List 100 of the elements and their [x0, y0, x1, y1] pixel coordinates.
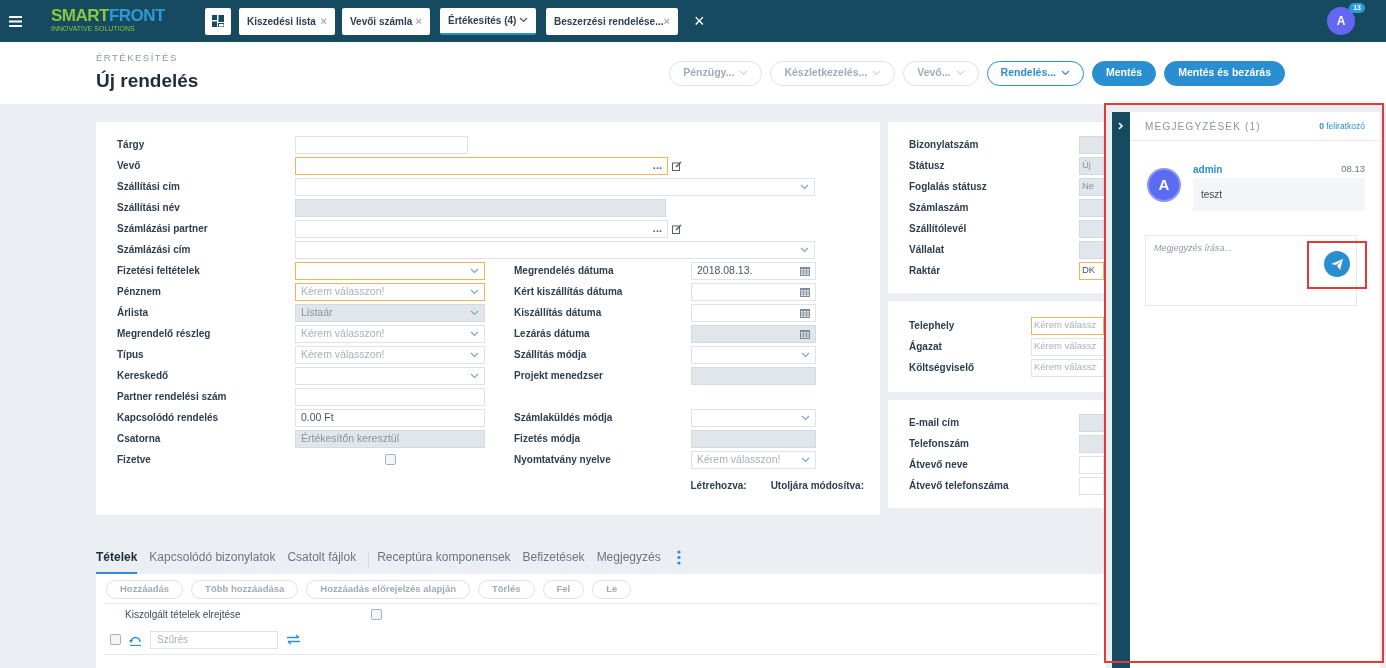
select-all-checkbox[interactable] [110, 634, 121, 645]
chevron-down-icon [470, 351, 479, 358]
more-icon[interactable] [676, 550, 681, 565]
select-field[interactable]: Kérem válasszon! [295, 282, 485, 301]
field-label: Szállítás módja [514, 348, 588, 362]
field-label: Telephely [909, 319, 956, 333]
lookup-dots[interactable]: ... [652, 160, 662, 171]
lookup-dots[interactable]: ... [652, 223, 662, 234]
toolbar-button[interactable]: Mentés [1092, 60, 1157, 86]
menu-icon[interactable] [9, 15, 22, 27]
field-label: Árlista [117, 305, 150, 320]
dashboard-button[interactable] [205, 7, 231, 35]
input-field[interactable]: Kérem válassz [1031, 358, 1104, 377]
user-avatar[interactable]: A [1327, 7, 1355, 35]
send-button[interactable] [1324, 251, 1350, 277]
edit-icon[interactable] [672, 223, 682, 234]
field-label: Csatorna [117, 432, 162, 446]
select-field[interactable]: Kérem válasszon! [295, 345, 485, 364]
field-label: Raktár [909, 264, 942, 278]
checkbox-label: Kiszolgált tételek elrejtése [125, 608, 242, 622]
toolbar-button[interactable]: Rendelés... [986, 60, 1084, 86]
field-label: Költségviselő [909, 361, 976, 375]
date-field[interactable]: 2018.08.13. [691, 261, 816, 280]
field-label: Kapcsolódó rendelés [117, 411, 220, 425]
section-tab[interactable]: Receptúra komponensek [377, 548, 511, 574]
field-label: Típus [117, 348, 145, 362]
comment-author[interactable]: admin [1193, 162, 1223, 177]
comment-time: 08.13 [1341, 162, 1365, 176]
calendar-icon [800, 328, 810, 339]
date-field[interactable] [691, 303, 816, 322]
field-label: Átvevő telefonszáma [909, 478, 1010, 493]
input-field[interactable]: Kérem válassz [1031, 337, 1104, 356]
field-label: Vállalat [909, 243, 946, 257]
input-field[interactable]: Kérem válassz [1031, 316, 1104, 335]
field-label: Partner rendelési szám [117, 390, 228, 404]
select-field[interactable] [295, 261, 485, 280]
checkbox[interactable] [371, 609, 382, 620]
field-label: Számlázási partner [117, 222, 209, 236]
subscriber-link[interactable]: 0 feliratkozó [1319, 119, 1365, 133]
input-field[interactable] [295, 387, 485, 406]
chevron-down-icon [519, 17, 528, 23]
comment-input[interactable]: Megjegyzés írása... [1145, 235, 1357, 306]
select-field[interactable] [295, 177, 815, 196]
input-field[interactable] [295, 135, 468, 154]
filter-field[interactable]: Szűrés [150, 630, 278, 649]
document-tab[interactable]: Kiszedési lista × [239, 7, 335, 35]
swap-icon[interactable] [286, 634, 301, 645]
select-field[interactable] [691, 345, 816, 364]
field-label: Számlaszám [909, 201, 970, 215]
section-tab[interactable]: Kapcsolódó bizonylatok [149, 548, 276, 574]
field-label: Átvevő neve [909, 457, 969, 472]
section-tab[interactable]: Befizetések [522, 548, 585, 574]
document-tab[interactable]: Beszerzési rendelése...× [546, 7, 678, 35]
document-tab[interactable]: Értékesítés (4) [440, 7, 536, 35]
input-field[interactable]: DK [1079, 261, 1104, 280]
dashboard-icon [212, 15, 224, 27]
field-label: Vevő [117, 159, 142, 173]
date-field[interactable] [691, 282, 816, 301]
send-icon [1331, 258, 1343, 270]
input-field[interactable] [1079, 476, 1104, 495]
checkbox[interactable] [384, 454, 396, 465]
select-field[interactable]: Kérem válasszon! [691, 450, 816, 469]
toolbar-button[interactable]: Mentés és bezárás [1164, 60, 1285, 86]
chevron-down-icon [800, 246, 809, 253]
edit-icon[interactable] [672, 160, 682, 171]
select-field[interactable] [295, 240, 815, 259]
input-field[interactable] [1079, 455, 1104, 474]
chevron-down-icon [872, 70, 882, 76]
chevron-down-icon [470, 267, 479, 274]
page-title: Új rendelés [96, 68, 199, 93]
input-field[interactable]: 0.00 Ft [295, 408, 485, 427]
select-field[interactable] [691, 408, 816, 427]
field-label: Kért kiszállítás dátuma [514, 285, 624, 299]
field-label: Lezárás dátuma [514, 327, 591, 341]
lookup-field[interactable]: ... [295, 156, 668, 175]
comment-text: teszt [1201, 189, 1223, 200]
section-tab[interactable]: Megjegyzés [596, 548, 661, 574]
close-all-button[interactable]: × [694, 12, 705, 30]
field-label: Tárgy [117, 138, 146, 152]
close-icon[interactable]: × [320, 12, 327, 30]
chevron-down-icon [801, 456, 810, 463]
section-tab[interactable]: Csatolt fájlok [287, 548, 357, 574]
document-tab[interactable]: Vevői számla × [342, 7, 430, 35]
select-field[interactable] [295, 366, 485, 385]
close-icon[interactable]: × [415, 12, 422, 30]
select-field[interactable]: Kérem válasszon! [295, 324, 485, 343]
close-icon[interactable]: × [663, 12, 670, 30]
calendar-icon [800, 286, 810, 297]
field-label: Szállítólevél [909, 222, 968, 236]
panel-title: MEGJEGYZÉSEK (1) [1145, 119, 1261, 134]
chevron-down-icon [470, 309, 479, 316]
field-label: Fizetés módja [514, 432, 582, 446]
chevron-down-icon [801, 414, 810, 421]
field-label: Telefonszám [909, 437, 970, 451]
field-label: E-mail cím [909, 416, 961, 430]
collapse-icon[interactable] [1118, 122, 1124, 130]
field-label: Létrehozva: [690, 479, 747, 493]
field-label: Kiszállítás dátuma [514, 306, 603, 320]
lookup-field[interactable]: ... [295, 219, 668, 238]
field-label: Projekt menedzser [514, 369, 604, 383]
